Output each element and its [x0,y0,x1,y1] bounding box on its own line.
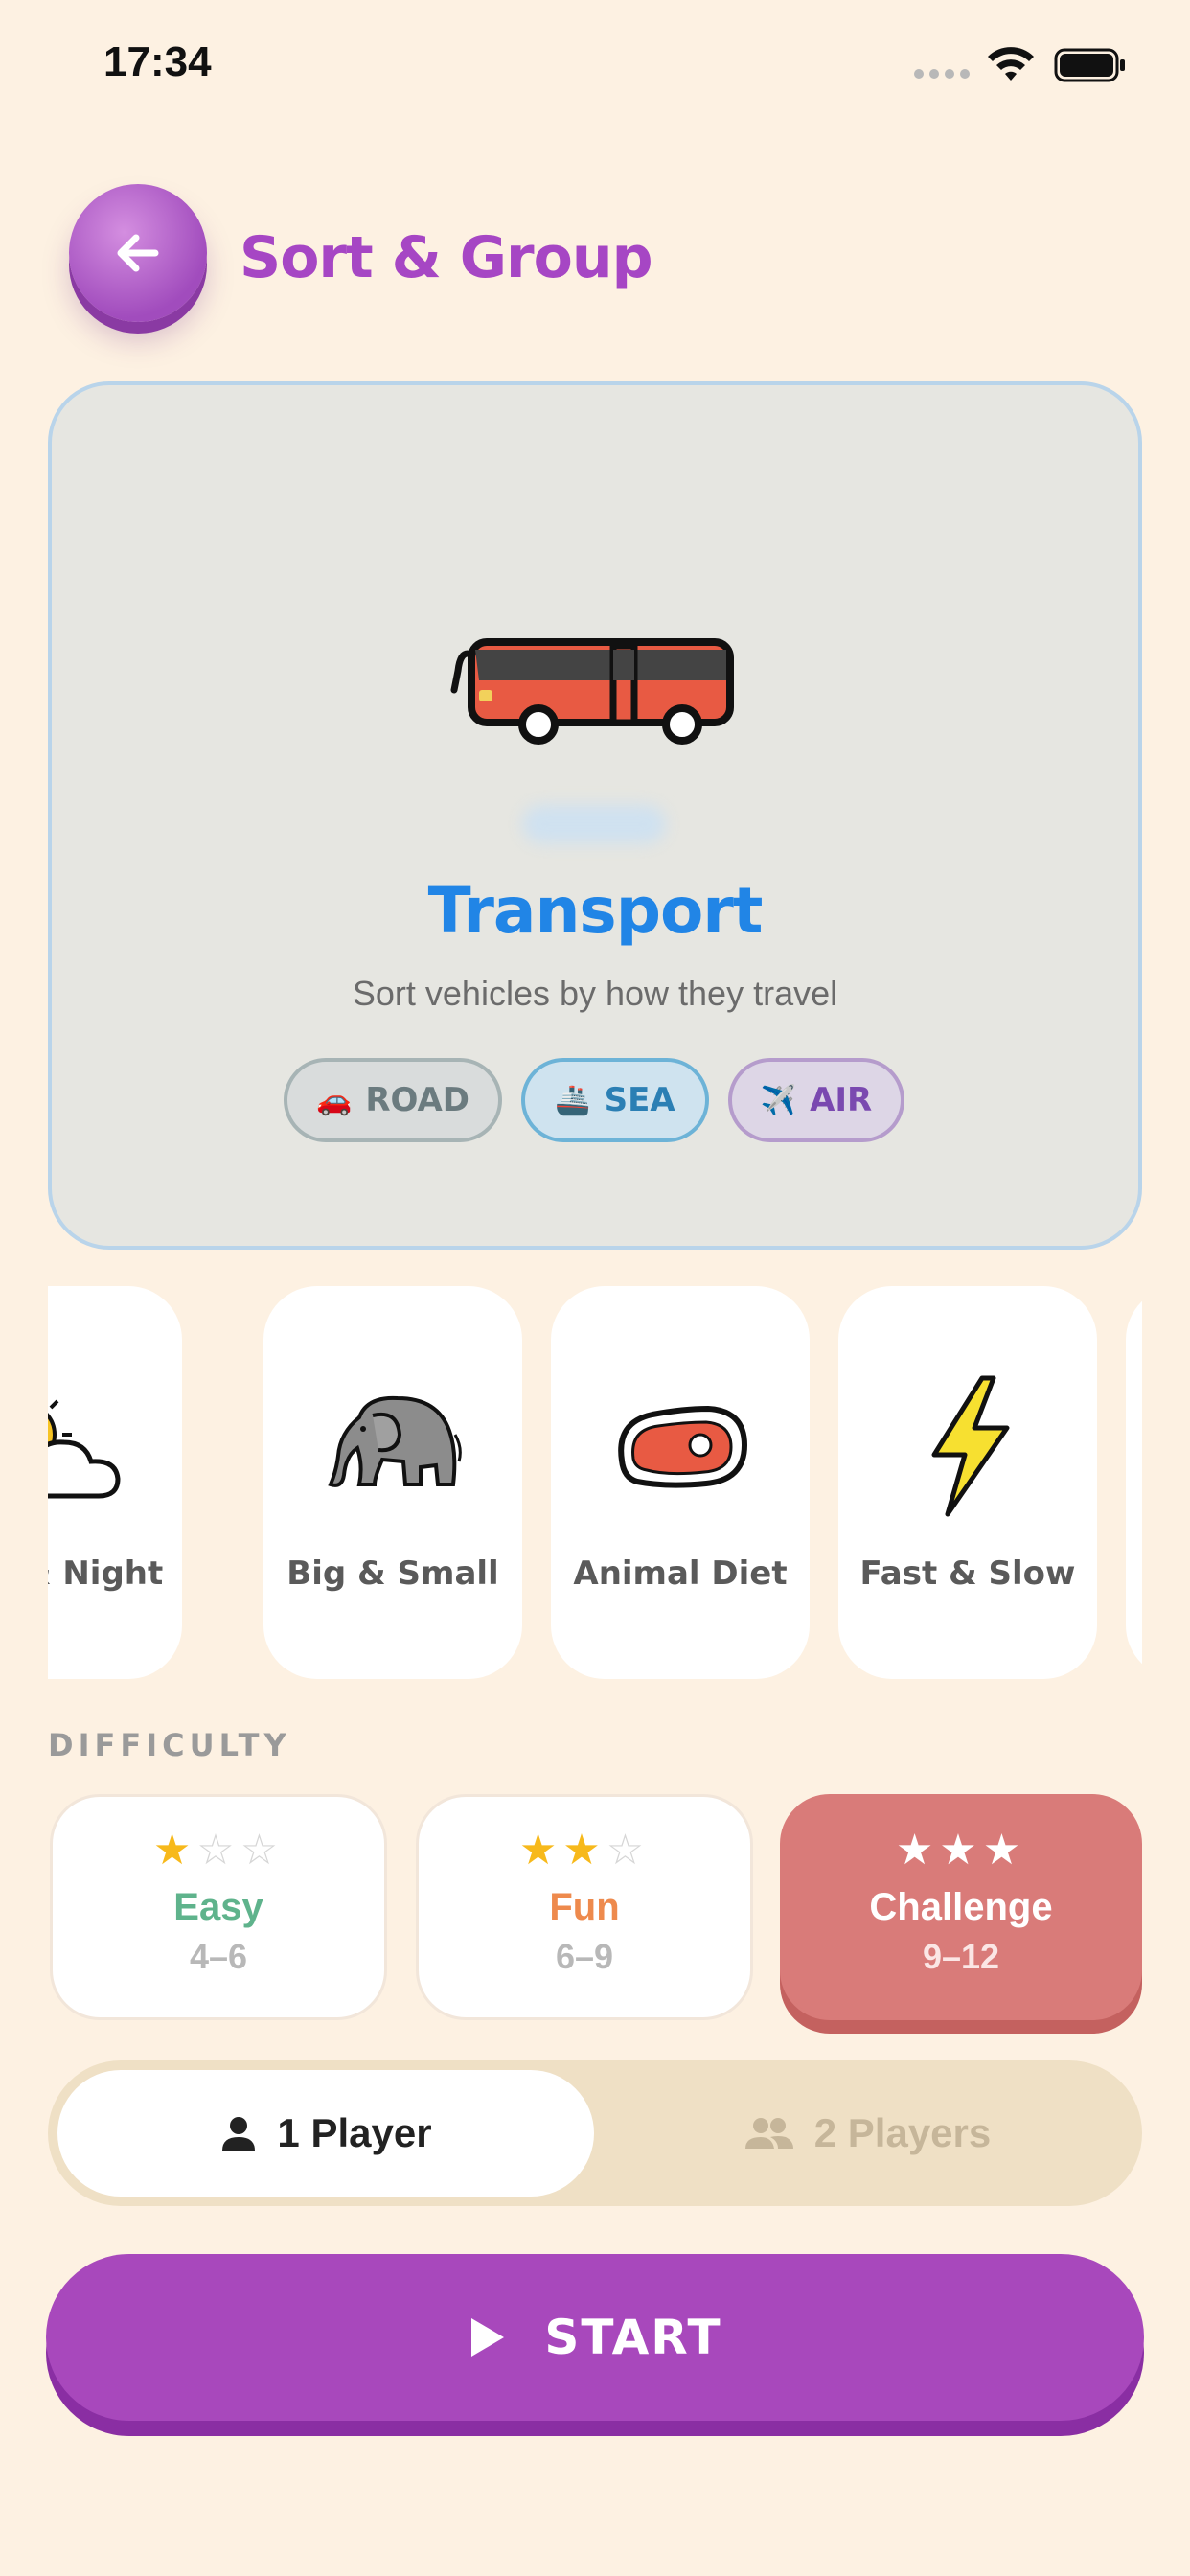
one-player-option[interactable]: 1 Player [57,2070,594,2196]
signal-icon [914,69,970,79]
back-button[interactable] [69,184,207,322]
category-label: Big & Small [286,1554,499,1593]
category-animal-diet[interactable]: Animal Diet [551,1286,810,1679]
wifi-icon [988,47,1034,80]
ship-icon: 🚢 [555,1083,591,1117]
arrow-left-icon [117,234,159,272]
lightning-icon [872,1374,1064,1518]
chip-label: ROAD [365,1081,470,1119]
difficulty-range: 9–12 [922,1937,1000,1976]
person-icon [222,2117,256,2150]
difficulty-range: 6–9 [555,1937,614,1976]
start-label: START [544,2310,722,2365]
category-label: Fast & Slow [859,1554,1076,1593]
category-big-small[interactable]: Big & Small [263,1286,522,1679]
difficulty-challenge[interactable]: ★★★ Challenge 9–12 [780,1794,1142,2020]
meat-icon [584,1374,776,1518]
category-label: Animal Diet [573,1554,788,1593]
page-title: Sort & Group [240,224,653,291]
sun-cloud-icon [48,1374,149,1518]
chip-road: 🚗 ROAD [284,1058,502,1142]
two-players-label: 2 Players [813,2110,992,2155]
category-carousel[interactable]: Day & Night Big & Small Animal Diet [48,1286,1142,1679]
star-rating: ★☆☆ [152,1826,285,1874]
battery-icon [1054,48,1125,82]
play-icon [471,2318,505,2357]
chip-label: AIR [810,1081,873,1119]
category-subtitle: Sort vehicles by how they travel [352,974,838,1013]
people-icon [744,2118,793,2149]
one-player-label: 1 Player [277,2110,432,2155]
category-title: Transport [427,874,764,948]
bus-icon [450,638,734,745]
category-day-night[interactable]: Day & Night [48,1286,182,1679]
two-players-option[interactable]: 2 Players [604,2070,1131,2196]
difficulty-easy[interactable]: ★☆☆ Easy 4–6 [50,1794,387,2020]
chip-label: SEA [604,1081,675,1119]
category-label: Day & Night [48,1554,164,1593]
star-rating: ★★☆ [518,1826,651,1874]
difficulty-fun[interactable]: ★★☆ Fun 6–9 [416,1794,753,2020]
difficulty-heading: DIFFICULTY [48,1727,291,1763]
elephant-icon [297,1374,489,1518]
hero-shadow [522,805,666,843]
category-fast-slow[interactable]: Fast & Slow [838,1286,1097,1679]
car-icon: 🚗 [315,1083,353,1117]
airplane-icon: ✈️ [760,1083,797,1117]
difficulty-name: Challenge [869,1886,1053,1928]
start-button[interactable]: START [46,2254,1144,2421]
difficulty-name: Fun [549,1886,620,1928]
difficulty-name: Easy [173,1886,263,1928]
difficulty-range: 4–6 [189,1937,248,1976]
category-next-partial[interactable] [1126,1286,1142,1679]
status-time: 17:34 [103,38,212,85]
chip-air: ✈️ AIR [728,1058,904,1142]
star-rating: ★★★ [895,1826,1027,1874]
chip-sea: 🚢 SEA [521,1058,709,1142]
